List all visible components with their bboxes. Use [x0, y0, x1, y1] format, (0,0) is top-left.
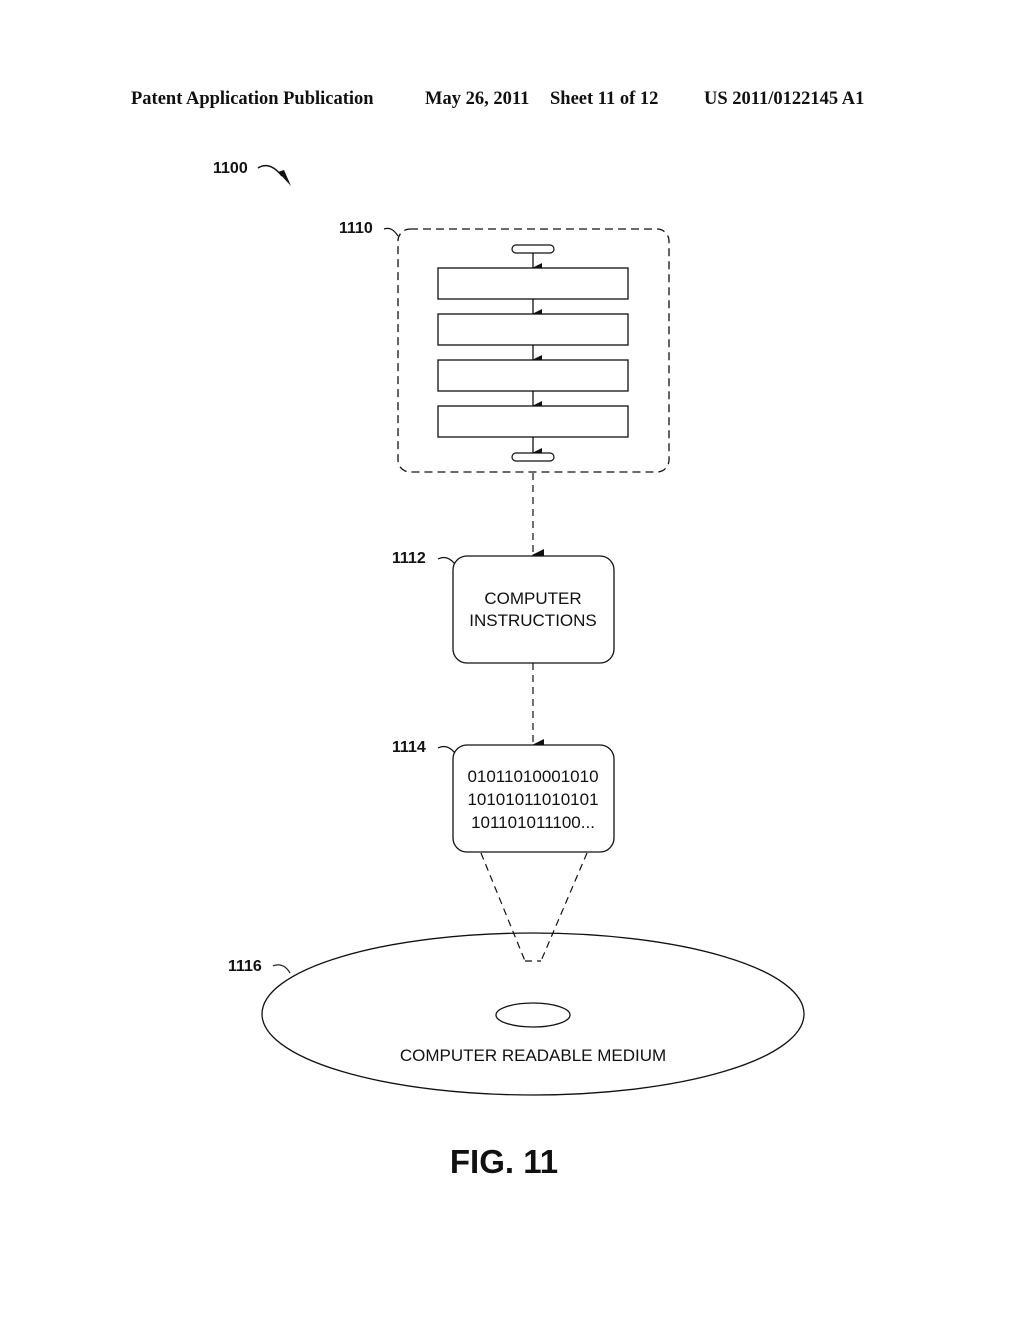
ref-1110-leader — [383, 227, 399, 237]
instructions-line-2: INSTRUCTIONS — [469, 611, 597, 630]
flowchart-end-terminator — [511, 452, 555, 462]
ref-1114-leader — [437, 746, 456, 754]
ref-1100: 1100 — [213, 160, 248, 177]
computer-readable-medium-disc — [261, 932, 805, 1096]
ref-1116: 1116 — [228, 958, 262, 975]
flowchart-step-3 — [437, 359, 629, 392]
figure-caption: FIG. 11 — [450, 1143, 558, 1180]
flowchart-step-1 — [437, 267, 629, 300]
instructions-line-1: COMPUTER — [484, 589, 581, 608]
flowchart-step-4 — [437, 405, 629, 438]
computer-instructions-box — [452, 555, 615, 664]
ref-1110: 1110 — [339, 220, 373, 237]
ref-1114: 1114 — [392, 739, 426, 756]
flowchart-step-2 — [437, 313, 629, 346]
flowchart-start-terminator — [511, 244, 555, 254]
ref-1116-leader — [272, 964, 291, 974]
ref-1112: 1112 — [392, 550, 426, 567]
figure-diagram: 1100 1110 1112 COMPUTER INSTRUCTIONS 111… — [213, 160, 805, 1180]
ref-1100-arrow — [257, 164, 291, 186]
binary-line-3: 101101011100... — [471, 813, 595, 832]
projection-cone — [480, 852, 588, 962]
binary-line-1: 01011010001010 — [467, 767, 598, 786]
binary-line-2: 10101011010101 — [467, 790, 598, 809]
disc-center-hole — [495, 1002, 571, 1028]
ref-1112-leader — [437, 557, 456, 565]
medium-label: COMPUTER READABLE MEDIUM — [400, 1046, 666, 1065]
